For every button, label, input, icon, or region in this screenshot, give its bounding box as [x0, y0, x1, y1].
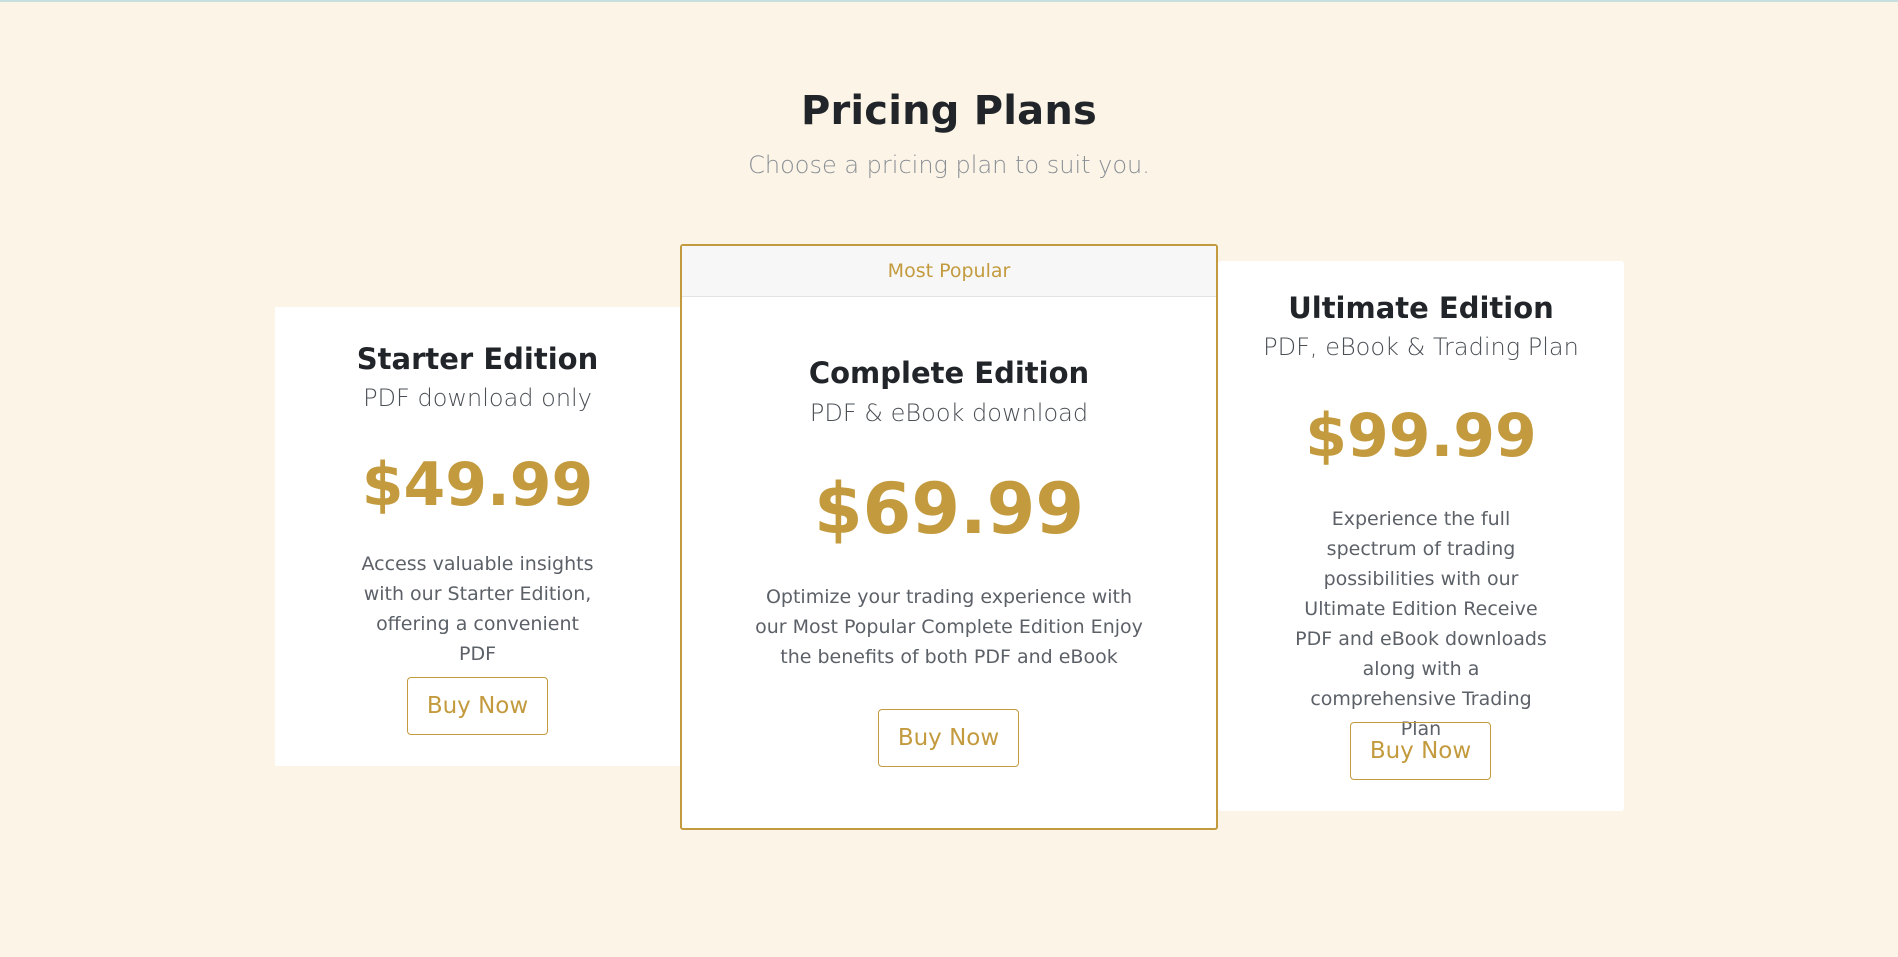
plan-title: Complete Edition — [808, 356, 1090, 390]
plan-description: Experience the full spectrum of trading … — [1295, 508, 1547, 740]
plan-price: $99.99 — [1305, 401, 1537, 471]
page-subtitle: Choose a pricing plan to suit you. — [748, 151, 1150, 179]
plan-subtitle: PDF, eBook & Trading Plan — [1263, 333, 1579, 361]
top-border — [0, 0, 1898, 2]
plan-price: $69.99 — [813, 468, 1085, 550]
plan-price: $49.99 — [361, 450, 594, 520]
buy-now-button-ultimate[interactable]: Buy Now — [1350, 722, 1491, 780]
plan-title: Starter Edition — [356, 342, 599, 376]
pricing-card-complete: Most Popular Complete Edition PDF & eBoo… — [680, 244, 1218, 830]
pricing-card-starter: Starter Edition PDF download only $49.99… — [275, 307, 680, 766]
most-popular-badge: Most Popular — [682, 246, 1216, 297]
pricing-card-ultimate: Ultimate Edition PDF, eBook & Trading Pl… — [1218, 261, 1624, 811]
plan-title: Ultimate Edition — [1288, 291, 1554, 325]
plan-description: Access valuable insights with our Starte… — [361, 553, 594, 665]
plan-description: Optimize your trading experience with ou… — [755, 586, 1143, 668]
buy-now-button-complete[interactable]: Buy Now — [878, 709, 1019, 767]
buy-now-button-starter[interactable]: Buy Now — [407, 677, 548, 735]
page-title: Pricing Plans — [800, 88, 1098, 134]
plan-subtitle: PDF download only — [363, 384, 592, 412]
plan-subtitle: PDF & eBook download — [809, 399, 1089, 427]
